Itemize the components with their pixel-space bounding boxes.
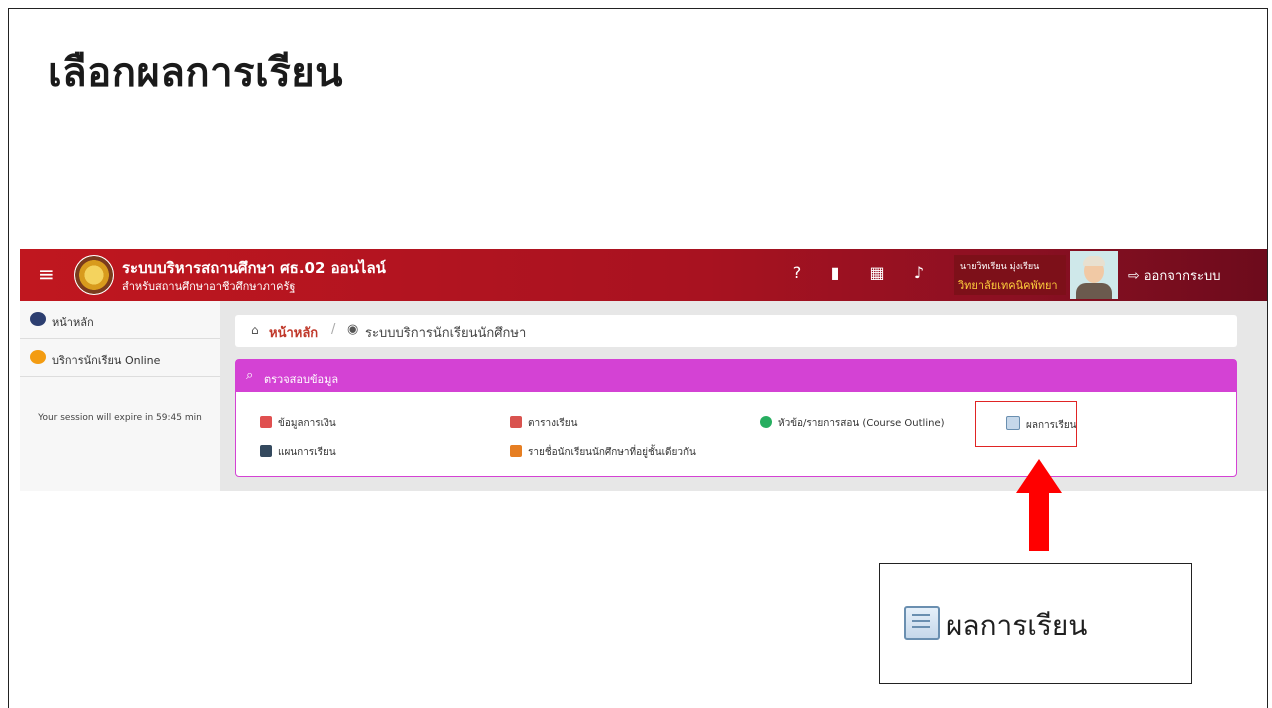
link-label: รายชื่อนักเรียนนักศึกษาที่อยู่ชั้นเดียวก… xyxy=(528,447,696,458)
home-icon: ⌂ xyxy=(251,323,259,337)
logout-label: ออกจากระบบ xyxy=(1143,269,1221,284)
panel-title: ตรวจสอบข้อมูล xyxy=(264,373,339,386)
link-label: หัวข้อ/รายการสอน (Course Outline) xyxy=(778,418,945,429)
zoom-callout: ผลการเรียน xyxy=(879,563,1192,684)
book-icon[interactable]: ▮ xyxy=(826,263,844,282)
sidebar-item-label: หน้าหลัก xyxy=(52,316,94,329)
link-timetable[interactable]: ตารางเรียน xyxy=(510,416,577,431)
red-arrow-icon xyxy=(1016,459,1062,493)
link-course-outline[interactable]: หัวข้อ/รายการสอน (Course Outline) xyxy=(760,416,945,431)
callout-label: ผลการเรียน xyxy=(946,609,1088,642)
classmates-icon xyxy=(510,445,522,457)
link-label: แผนการเรียน xyxy=(278,447,336,458)
plan-icon xyxy=(260,445,272,457)
student-icon xyxy=(30,350,46,364)
document-icon xyxy=(904,606,940,640)
brand-subtitle: สำหรับสถานศึกษาอาชีวศึกษาภาครัฐ xyxy=(122,280,296,293)
sidebar: หน้าหลัก บริการนักเรียน Online Your sess… xyxy=(20,301,220,491)
session-timer: Your session will expire in 59:45 min xyxy=(38,413,202,423)
timetable-icon xyxy=(510,416,522,428)
check-data-panel: ⌕ ตรวจสอบข้อมูล xyxy=(235,359,1237,477)
highlight-box xyxy=(975,401,1077,447)
user-school: วิทยาลัยเทคนิคพัทยา xyxy=(958,279,1058,292)
dashboard-icon xyxy=(30,312,46,326)
link-label: ตารางเรียน xyxy=(528,418,578,429)
ministry-logo xyxy=(74,255,114,295)
sidebar-item-home[interactable]: หน้าหลัก xyxy=(20,301,220,339)
search-icon: ⌕ xyxy=(246,368,254,383)
user-info[interactable]: นายวิทเรียน มุ่งเรียน วิทยาลัยเทคนิคพัทย… xyxy=(954,255,1066,295)
service-icon: ◉ xyxy=(347,322,359,337)
link-study-plan[interactable]: แผนการเรียน xyxy=(260,445,336,460)
sidebar-item-student-services[interactable]: บริการนักเรียน Online xyxy=(20,339,220,377)
breadcrumb-current: ระบบบริการนักเรียนนักศึกษา xyxy=(365,326,527,341)
breadcrumb-home[interactable]: หน้าหลัก xyxy=(269,322,318,343)
breadcrumb-separator: / xyxy=(331,322,336,337)
avatar[interactable] xyxy=(1070,251,1118,299)
calendar-icon[interactable]: ▦ xyxy=(868,263,886,282)
link-classmates[interactable]: รายชื่อนักเรียนนักศึกษาที่อยู่ชั้นเดียวก… xyxy=(510,445,696,460)
bell-icon[interactable]: ♪ xyxy=(910,263,928,282)
sidebar-item-label: บริการนักเรียน Online xyxy=(52,354,161,367)
check-circle-icon xyxy=(760,416,772,428)
panel-header: ⌕ ตรวจสอบข้อมูล xyxy=(236,360,1236,392)
finance-icon xyxy=(260,416,272,428)
breadcrumb: ⌂ หน้าหลัก / ◉ ระบบบริการนักเรียนนักศึกษ… xyxy=(235,315,1237,347)
question-icon[interactable]: ? xyxy=(788,263,806,282)
logout-icon: ⇨ xyxy=(1128,268,1140,284)
top-navbar: ≡ ระบบบริหารสถานศึกษา ศธ.02 ออนไลน์ สำหร… xyxy=(20,249,1267,301)
slide-title: เลือกผลการเรียน xyxy=(48,50,343,96)
link-label: ข้อมูลการเงิน xyxy=(278,418,336,429)
hamburger-menu-icon[interactable]: ≡ xyxy=(38,262,55,286)
logout-button[interactable]: ⇨ ออกจากระบบ xyxy=(1128,265,1220,286)
red-arrow-shaft xyxy=(1029,492,1049,551)
link-finance[interactable]: ข้อมูลการเงิน xyxy=(260,416,336,431)
user-name: นายวิทเรียน มุ่งเรียน xyxy=(960,262,1040,272)
